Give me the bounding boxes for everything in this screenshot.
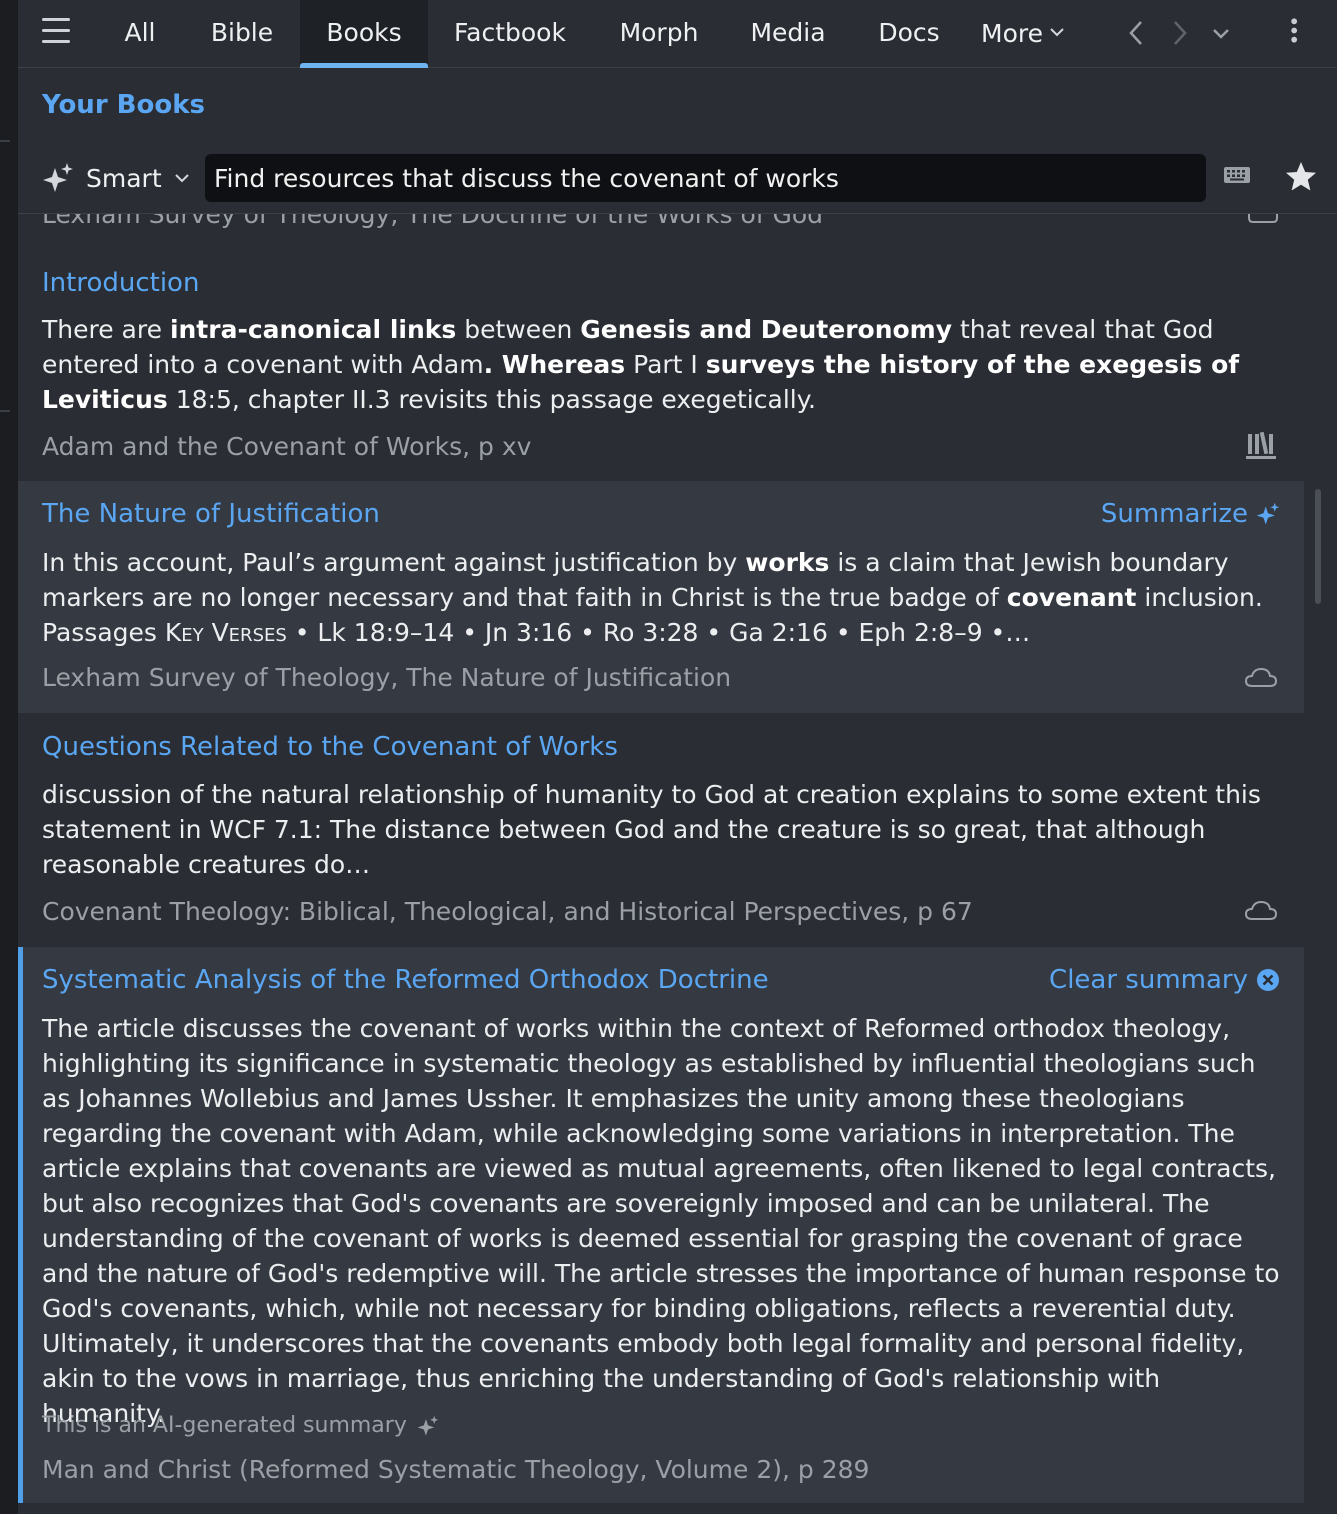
ai-summary-text: The article discusses the covenant of wo…	[42, 1014, 1280, 1428]
page-title: Your Books	[42, 90, 205, 120]
library-books-icon	[1246, 431, 1276, 459]
tab-docs[interactable]: Docs	[872, 0, 946, 68]
sparkle-icon	[43, 163, 73, 192]
chevron-down-icon	[1050, 28, 1064, 37]
top-nav: All Bible Books Factbook Morph Media Doc…	[18, 0, 1337, 68]
result-snippet: In this account, Paul’s argument against…	[42, 548, 1263, 647]
summarize-label: Summarize	[1100, 499, 1248, 529]
result-source[interactable]: Lexham Survey of Theology, The Doctrine …	[42, 214, 823, 229]
edge-mark	[0, 410, 10, 412]
cloud-icon	[1248, 214, 1278, 223]
result-source[interactable]: Man and Christ (Reformed Systematic Theo…	[42, 1455, 869, 1484]
result-source[interactable]: Covenant Theology: Biblical, Theological…	[42, 897, 973, 926]
more-options-icon[interactable]	[1280, 18, 1310, 48]
left-edge-strip	[0, 0, 18, 1514]
result-snippet: discussion of the natural relationship o…	[42, 780, 1261, 879]
result-item: The Nature of Justification Summarize In…	[18, 481, 1304, 713]
smart-mode-selector[interactable]: Smart	[42, 158, 202, 198]
result-source[interactable]: Lexham Survey of Theology, The Nature of…	[42, 663, 731, 692]
back-arrow-icon[interactable]	[1122, 18, 1152, 48]
result-item: Introduction There are intra-canonical l…	[18, 250, 1304, 480]
clear-summary-button[interactable]: Clear summary	[1049, 965, 1280, 995]
search-input[interactable]	[205, 154, 1206, 202]
tab-morph[interactable]: Morph	[614, 0, 704, 68]
scrollbar-thumb[interactable]	[1315, 489, 1321, 604]
search-bar: Smart	[18, 144, 1337, 214]
cloud-icon	[1244, 900, 1278, 920]
tab-factbook[interactable]: Factbook	[450, 0, 570, 68]
forward-arrow-icon[interactable]	[1164, 18, 1194, 48]
tab-more-label: More	[981, 19, 1043, 48]
tab-media[interactable]: Media	[746, 0, 830, 68]
tab-all[interactable]: All	[110, 0, 170, 68]
ai-generated-note: This is an AI-generated summary	[42, 1413, 439, 1438]
summarize-button[interactable]: Summarize	[1101, 499, 1280, 529]
books-panel: All Bible Books Factbook Morph Media Doc…	[18, 0, 1337, 1514]
close-circle-icon	[1257, 969, 1279, 991]
sparkle-icon	[1256, 502, 1280, 525]
result-title[interactable]: Systematic Analysis of the Reformed Orth…	[42, 965, 769, 995]
hamburger-menu-icon[interactable]	[42, 18, 74, 48]
result-item: Systematic Analysis of the Reformed Orth…	[18, 947, 1304, 1503]
result-snippet: There are intra-canonical links between …	[42, 315, 1240, 414]
chevron-down-icon	[174, 174, 189, 183]
favorite-star-icon[interactable]	[1284, 160, 1318, 194]
sparkle-icon	[417, 1415, 439, 1436]
edge-mark	[0, 140, 10, 142]
result-source[interactable]: Adam and the Covenant of Works, p xv	[42, 432, 531, 461]
result-item: Questions Related to the Covenant of Wor…	[18, 714, 1304, 946]
smart-mode-label: Smart	[86, 163, 162, 193]
results-list: Lexham Survey of Theology, The Doctrine …	[18, 214, 1337, 1514]
result-title[interactable]: Introduction	[42, 268, 199, 298]
keyboard-icon[interactable]	[1223, 164, 1251, 186]
tab-bible[interactable]: Bible	[198, 0, 286, 68]
history-dropdown-icon[interactable]	[1206, 18, 1236, 48]
tab-books[interactable]: Books	[300, 0, 428, 68]
cloud-icon	[1244, 667, 1278, 687]
result-title[interactable]: The Nature of Justification	[42, 499, 380, 529]
clear-summary-label: Clear summary	[1049, 965, 1248, 995]
ai-note-label: This is an AI-generated summary	[42, 1413, 407, 1438]
tab-more[interactable]: More	[978, 0, 1068, 68]
result-title[interactable]: Questions Related to the Covenant of Wor…	[42, 732, 618, 762]
